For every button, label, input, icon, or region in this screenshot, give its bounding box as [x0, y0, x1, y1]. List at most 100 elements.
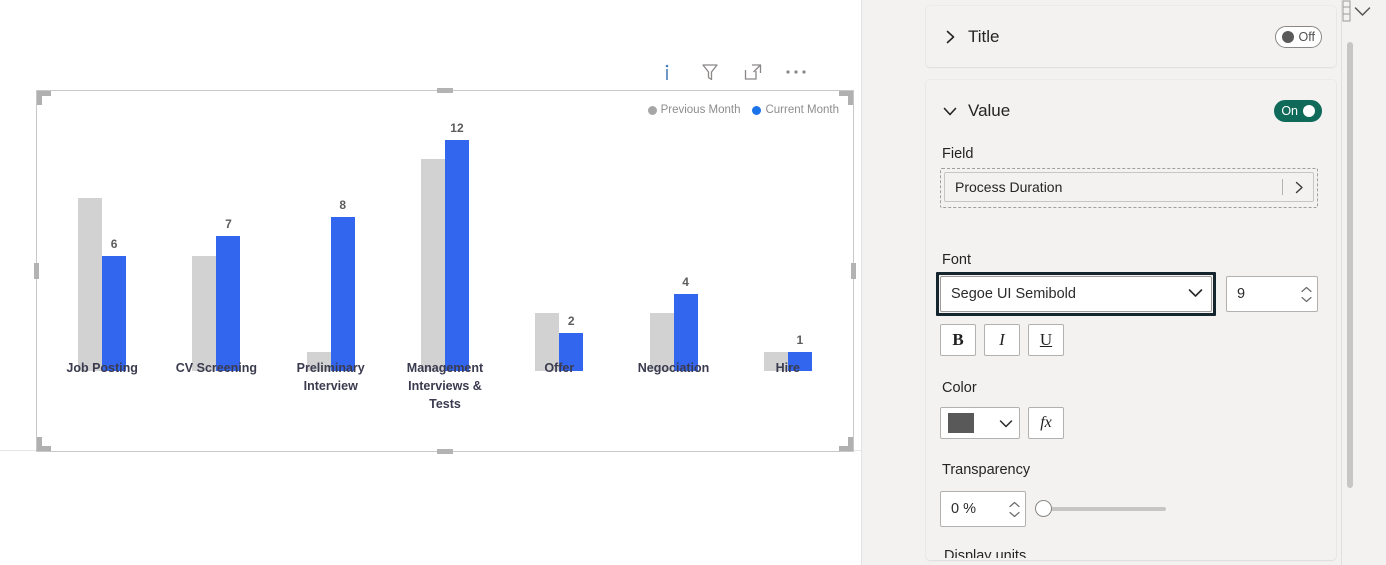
underline-button[interactable]: U	[1028, 324, 1064, 356]
format-card-title-label: Title	[968, 26, 1000, 46]
value-toggle-label: On	[1281, 104, 1298, 118]
chart-bars: 6 7 8 12 2 4 1	[45, 121, 845, 371]
bar-previous-month[interactable]	[420, 159, 445, 371]
transparency-slider-thumb[interactable]	[1035, 500, 1052, 517]
conditional-formatting-fx-button[interactable]: fx	[1028, 407, 1064, 439]
font-section-label: Font	[942, 252, 972, 268]
more-options-icon[interactable]	[784, 60, 808, 84]
value-toggle[interactable]: On	[1274, 100, 1322, 122]
transparency-value: 0 %	[951, 501, 976, 517]
format-card-value-header[interactable]: Value On	[926, 88, 1336, 134]
bar-current-month[interactable]	[216, 236, 241, 371]
chart-legend: Previous Month Current Month	[647, 104, 839, 116]
report-canvas[interactable]: Previous Month Current Month 6 7 8 12 2 4 1 Jo…	[0, 0, 862, 565]
chevron-down-icon[interactable]	[974, 419, 1013, 428]
format-card-value[interactable]: Value On Field Process Duration Font 9 S…	[926, 80, 1336, 560]
font-family-focus-ring	[936, 272, 1216, 316]
chart-bar-pair	[420, 140, 469, 371]
value-toggle-knob	[1303, 105, 1315, 117]
info-icon[interactable]	[655, 60, 679, 84]
chart-x-axis-label: Management Interviews & Tests	[406, 361, 484, 411]
font-color-picker[interactable]	[940, 407, 1020, 439]
transparency-stepper[interactable]: 0 %	[940, 491, 1026, 527]
legend-label-current-month: Current Month	[765, 104, 839, 116]
bar-current-month[interactable]	[330, 217, 355, 371]
transparency-section-label: Transparency	[942, 462, 1031, 478]
chart-x-axis-label: CV Screening	[175, 361, 258, 375]
chart-category-group[interactable]: 1	[731, 125, 845, 371]
bar-current-month[interactable]	[102, 255, 127, 371]
format-pane-content: Title Off Value On Field Process Duratio…	[862, 0, 1370, 565]
resize-handle-top[interactable]	[437, 88, 453, 93]
chevron-down-icon[interactable]	[942, 103, 958, 119]
chart-bar-pair	[192, 236, 241, 371]
font-size-stepper[interactable]: 9	[1226, 276, 1318, 312]
format-pane-scrollbar-thumb[interactable]	[1347, 42, 1353, 488]
resize-handle-top-left[interactable]	[37, 91, 51, 105]
chart-plot-area: 6 7 8 12 2 4 1 Job Posting CV Screening Prelimin…	[45, 121, 845, 443]
bar-data-label: 8	[339, 198, 347, 213]
display-units-section-label: Display units	[944, 548, 1027, 558]
font-size-value: 9	[1237, 286, 1246, 302]
chart-category-group[interactable]: 6	[45, 125, 159, 371]
chevron-right-icon[interactable]	[1291, 181, 1307, 194]
field-chip-process-duration[interactable]: Process Duration	[944, 172, 1314, 202]
bar-data-label: 2	[567, 313, 575, 328]
title-toggle-knob	[1281, 30, 1294, 43]
transparency-spinner[interactable]	[1007, 501, 1021, 518]
chart-x-axis-label: Preliminary Interview	[296, 361, 365, 393]
filter-icon[interactable]	[698, 60, 722, 84]
chart-category-group[interactable]: 7	[159, 125, 273, 371]
field-chip-separator	[1282, 179, 1283, 195]
chart-bar-pair	[78, 197, 127, 371]
chevron-down-icon[interactable]	[1352, 2, 1372, 20]
bar-current-month[interactable]	[444, 140, 469, 371]
format-pane-scrollbar[interactable]	[1346, 42, 1354, 492]
format-card-title[interactable]: Title Off	[926, 6, 1336, 67]
pane-divider	[1341, 0, 1342, 565]
bar-previous-month[interactable]	[192, 255, 217, 371]
chart-category-group[interactable]: 12	[388, 121, 502, 371]
field-chip-label: Process Duration	[955, 179, 1063, 195]
chart-category-group[interactable]: 8	[274, 125, 388, 371]
chart-category-group[interactable]: 4	[616, 125, 730, 371]
chart-category-group[interactable]: 2	[502, 125, 616, 371]
chart-x-axis-label: Negociation	[637, 361, 710, 375]
resize-handle-left[interactable]	[34, 263, 39, 279]
field-drop-well[interactable]: Process Duration	[940, 168, 1318, 208]
chart-x-axis-label: Offer	[544, 361, 575, 375]
column-chart-visual[interactable]: Previous Month Current Month 6 7 8 12 2 4 1 Jo…	[34, 88, 856, 454]
bar-data-label: 1	[796, 332, 804, 347]
report-page[interactable]: Previous Month Current Month 6 7 8 12 2 4 1 Jo…	[0, 0, 861, 454]
legend-swatch-previous-month	[647, 105, 657, 115]
transparency-slider-track[interactable]	[1044, 507, 1166, 511]
legend-label-previous-month: Previous Month	[660, 104, 741, 116]
bar-data-label: 6	[110, 236, 118, 251]
chart-x-axis-label: Job Posting	[66, 361, 138, 375]
font-color-swatch	[948, 413, 974, 433]
bold-button[interactable]: B	[940, 324, 976, 356]
resize-handle-right[interactable]	[851, 263, 856, 279]
font-size-spinner[interactable]	[1299, 286, 1313, 303]
format-card-value-label: Value	[968, 101, 1011, 120]
format-pane: Title Off Value On Field Process Duratio…	[862, 0, 1386, 565]
title-toggle[interactable]: Off	[1274, 25, 1322, 48]
chart-bar-pair	[306, 217, 355, 371]
color-section-label: Color	[942, 380, 977, 396]
chart-x-axis-labels: Job Posting CV Screening Preliminary Interv…	[45, 359, 845, 415]
italic-button[interactable]: I	[984, 324, 1020, 356]
legend-item-current-month[interactable]: Current Month	[752, 104, 839, 116]
bar-data-label: 4	[682, 275, 689, 290]
chart-x-axis-label: Hire	[775, 361, 800, 375]
legend-item-previous-month[interactable]: Previous Month	[647, 104, 741, 116]
resize-handle-bottom[interactable]	[437, 449, 453, 454]
format-card-title-header[interactable]: Title Off	[926, 14, 1336, 60]
chevron-right-icon[interactable]	[942, 29, 958, 45]
visual-header-toolbar	[655, 56, 855, 88]
bar-data-label: 12	[450, 121, 464, 136]
title-toggle-label: Off	[1298, 29, 1315, 44]
bar-previous-month[interactable]	[78, 197, 103, 371]
legend-swatch-current-month	[752, 105, 762, 115]
focus-mode-icon[interactable]	[741, 60, 765, 84]
resize-handle-top-right[interactable]	[839, 91, 853, 105]
